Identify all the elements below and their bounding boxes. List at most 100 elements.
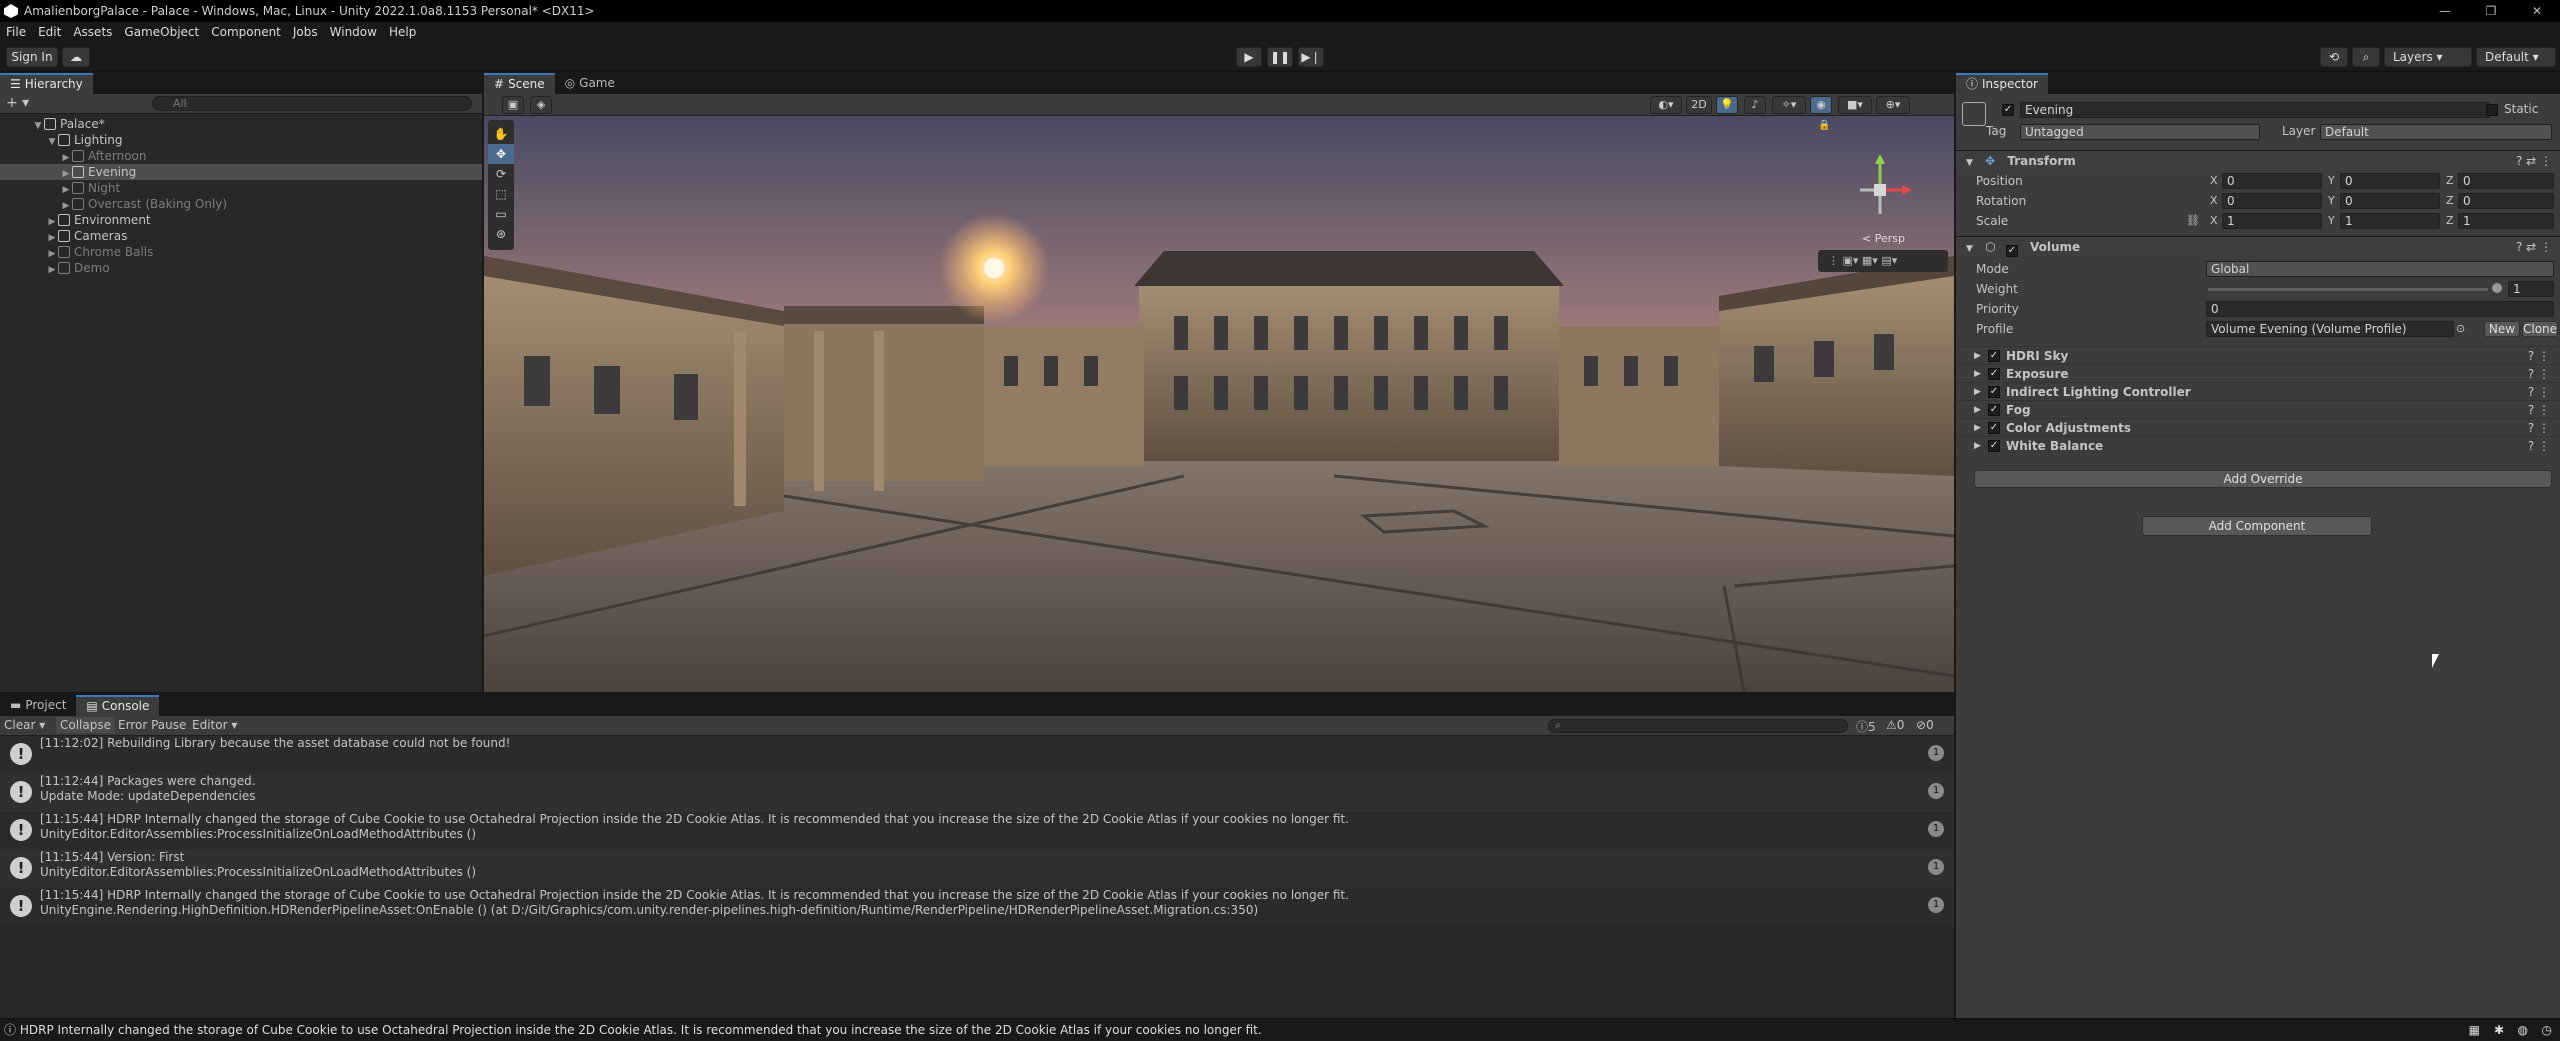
volume-header[interactable]: ▼ ⬡ ✓ Volume ? ⇄ ⋮ bbox=[1956, 236, 2560, 257]
log-count[interactable]: ⓘ5 bbox=[1856, 718, 1876, 735]
position-y-input[interactable]: 0 bbox=[2340, 173, 2440, 189]
search-icon[interactable]: ⌕ bbox=[2352, 47, 2380, 67]
toggle-2d-button[interactable]: 2D bbox=[1686, 96, 1712, 114]
menu-assets[interactable]: Assets bbox=[67, 25, 118, 39]
tree-row-chrome-balls[interactable]: ▶ Chrome Balls bbox=[0, 244, 482, 260]
scale-y-input[interactable]: 1 bbox=[2340, 213, 2440, 229]
tree-row-cameras[interactable]: ▶ Cameras bbox=[0, 228, 482, 244]
log-entry[interactable]: ! [11:15:44] HDRP Internally changed the … bbox=[0, 888, 1954, 926]
weight-input[interactable]: 1 bbox=[2508, 281, 2554, 297]
override-fog[interactable]: ▶ ✓ Fog ? ⋮ bbox=[1956, 400, 2560, 418]
step-icon[interactable]: ▶❘ bbox=[1298, 47, 1324, 67]
tab-game[interactable]: ◎ Game bbox=[555, 73, 625, 94]
layers-dropdown[interactable]: Layers ▾ bbox=[2384, 47, 2472, 67]
expand-arrow-icon[interactable]: ▶ bbox=[1974, 437, 1981, 455]
menu-edit[interactable]: Edit bbox=[32, 25, 67, 39]
rotate-tool-icon[interactable]: ⟳ bbox=[488, 164, 514, 184]
override-menu-icon[interactable]: ? ⋮ bbox=[2528, 383, 2550, 401]
override-menu-icon[interactable]: ? ⋮ bbox=[2528, 419, 2550, 437]
shading-icon[interactable]: ◐▾ bbox=[1650, 96, 1682, 114]
profile-field[interactable]: Volume Evening (Volume Profile) bbox=[2206, 321, 2454, 337]
sign-in-button[interactable]: Sign In bbox=[6, 47, 58, 67]
active-checkbox[interactable]: ✓ bbox=[2002, 104, 2014, 116]
override-menu-icon[interactable]: ? ⋮ bbox=[2528, 347, 2550, 365]
tree-row-lighting[interactable]: ▼ Lighting bbox=[0, 132, 482, 148]
override-menu-icon[interactable]: ? ⋮ bbox=[2528, 365, 2550, 383]
override-exposure[interactable]: ▶ ✓ Exposure ? ⋮ bbox=[1956, 364, 2560, 382]
override-white-balance[interactable]: ▶ ✓ White Balance ? ⋮ bbox=[1956, 436, 2560, 454]
rotation-x-input[interactable]: 0 bbox=[2222, 193, 2322, 209]
hidden-toggle-icon[interactable]: ◉ bbox=[1810, 96, 1832, 114]
log-entry[interactable]: ! [11:12:02] Rebuilding Library because t… bbox=[0, 736, 1954, 774]
expand-arrow-icon[interactable]: ▼ bbox=[1966, 244, 1973, 254]
status-message[interactable]: HDRP Internally changed the storage of C… bbox=[20, 1023, 1262, 1037]
move-tool-icon[interactable]: ✥ bbox=[488, 144, 514, 164]
editor-dropdown[interactable]: Editor ▾ bbox=[192, 718, 237, 732]
override-color-adjustments[interactable]: ▶ ✓ Color Adjustments ? ⋮ bbox=[1956, 418, 2560, 436]
weight-slider-track[interactable] bbox=[2208, 288, 2488, 291]
error-pause-toggle[interactable]: Error Pause bbox=[118, 718, 186, 732]
collapse-toggle[interactable]: Collapse bbox=[56, 717, 115, 733]
add-override-button[interactable]: Add Override bbox=[1974, 470, 2552, 488]
scale-tool-icon[interactable]: ⬚ bbox=[488, 184, 514, 204]
tag-dropdown[interactable]: Untagged bbox=[2020, 124, 2260, 140]
expand-arrow-icon[interactable]: ▶ bbox=[46, 262, 58, 278]
position-z-input[interactable]: 0 bbox=[2458, 173, 2554, 189]
scale-z-input[interactable]: 1 bbox=[2458, 213, 2554, 229]
menu-gameobject[interactable]: GameObject bbox=[118, 25, 205, 39]
menu-help[interactable]: Help bbox=[383, 25, 422, 39]
effects-icon[interactable]: ✧▾ bbox=[1772, 96, 1806, 114]
expand-arrow-icon[interactable]: ▶ bbox=[1974, 419, 1981, 437]
bake-icon[interactable]: ◍ bbox=[2518, 1019, 2528, 1041]
pause-icon[interactable]: ❚❚ bbox=[1267, 47, 1293, 67]
rotation-z-input[interactable]: 0 bbox=[2458, 193, 2554, 209]
menu-file[interactable]: File bbox=[0, 25, 32, 39]
close-button[interactable]: ✕ bbox=[2514, 0, 2560, 22]
override-menu-icon[interactable]: ? ⋮ bbox=[2528, 401, 2550, 419]
mode-dropdown[interactable]: Global bbox=[2206, 261, 2554, 277]
tab-hierarchy[interactable]: ☰ Hierarchy bbox=[0, 73, 93, 94]
tab-scene[interactable]: # Scene bbox=[484, 73, 555, 94]
override-checkbox[interactable]: ✓ bbox=[1988, 368, 2000, 380]
link-icon[interactable]: ⛓ bbox=[2186, 212, 2200, 230]
console-search-input[interactable]: ⌕ bbox=[1548, 719, 1848, 733]
override-checkbox[interactable]: ✓ bbox=[1988, 386, 2000, 398]
tree-row-overcast[interactable]: ▶ Overcast (Baking Only) bbox=[0, 196, 482, 212]
layer-dropdown[interactable]: Default bbox=[2320, 124, 2552, 140]
priority-input[interactable]: 0 bbox=[2206, 301, 2554, 317]
gizmos-icon[interactable]: ⊕▾ bbox=[1876, 96, 1910, 114]
tree-row-environment[interactable]: ▶ Environment bbox=[0, 212, 482, 228]
clone-profile-button[interactable]: Clone bbox=[2522, 321, 2558, 337]
minimize-button[interactable]: — bbox=[2422, 0, 2468, 22]
audio-icon[interactable]: ♪ bbox=[1744, 96, 1766, 114]
menu-window[interactable]: Window bbox=[324, 25, 383, 39]
scene-viewport[interactable]: ✋ ✥ ⟳ ⬚ ▭ ⊛ < Persp 🔒 ⋮ ▣▾ ▦▾ ▤▾ bbox=[484, 116, 1954, 692]
persp-label[interactable]: < Persp bbox=[1862, 232, 1905, 245]
log-entry[interactable]: ! [11:15:44] HDRP Internally changed the … bbox=[0, 812, 1954, 850]
menu-jobs[interactable]: Jobs bbox=[287, 25, 324, 39]
component-menu-icon[interactable]: ? ⇄ ⋮ bbox=[2516, 151, 2552, 171]
tree-row-afternoon[interactable]: ▶ Afternoon bbox=[0, 148, 482, 164]
rotation-y-input[interactable]: 0 bbox=[2340, 193, 2440, 209]
override-checkbox[interactable]: ✓ bbox=[1988, 422, 2000, 434]
expand-arrow-icon[interactable]: ▼ bbox=[1966, 158, 1973, 168]
tree-row-palace[interactable]: ▼ Palace* bbox=[0, 116, 482, 132]
tree-row-night[interactable]: ▶ Night bbox=[0, 180, 482, 196]
draw-mode-icon[interactable]: ▣ bbox=[502, 96, 524, 114]
expand-arrow-icon[interactable]: ▶ bbox=[1974, 365, 1981, 383]
add-icon[interactable]: + ▾ bbox=[6, 95, 29, 111]
volume-enabled-checkbox[interactable]: ✓ bbox=[2005, 245, 2018, 257]
hand-tool-icon[interactable]: ✋ bbox=[488, 124, 514, 144]
static-checkbox[interactable] bbox=[2486, 104, 2498, 116]
warning-count[interactable]: ⚠0 bbox=[1886, 718, 1904, 732]
camera-icon[interactable]: ■▾ bbox=[1838, 96, 1872, 114]
lock-icon[interactable]: 🔒 bbox=[1818, 120, 1830, 131]
weight-slider-handle[interactable] bbox=[2492, 283, 2502, 293]
gizmo-mode-icon[interactable]: ◈ bbox=[530, 96, 552, 114]
override-indirect-lighting[interactable]: ▶ ✓ Indirect Lighting Controller ? ⋮ bbox=[1956, 382, 2560, 400]
error-count[interactable]: ⊘0 bbox=[1916, 718, 1934, 732]
tab-console[interactable]: ▤ Console bbox=[76, 695, 160, 716]
lighting-icon[interactable]: 💡 bbox=[1716, 96, 1738, 114]
menu-component[interactable]: Component bbox=[205, 25, 287, 39]
override-checkbox[interactable]: ✓ bbox=[1988, 350, 2000, 362]
